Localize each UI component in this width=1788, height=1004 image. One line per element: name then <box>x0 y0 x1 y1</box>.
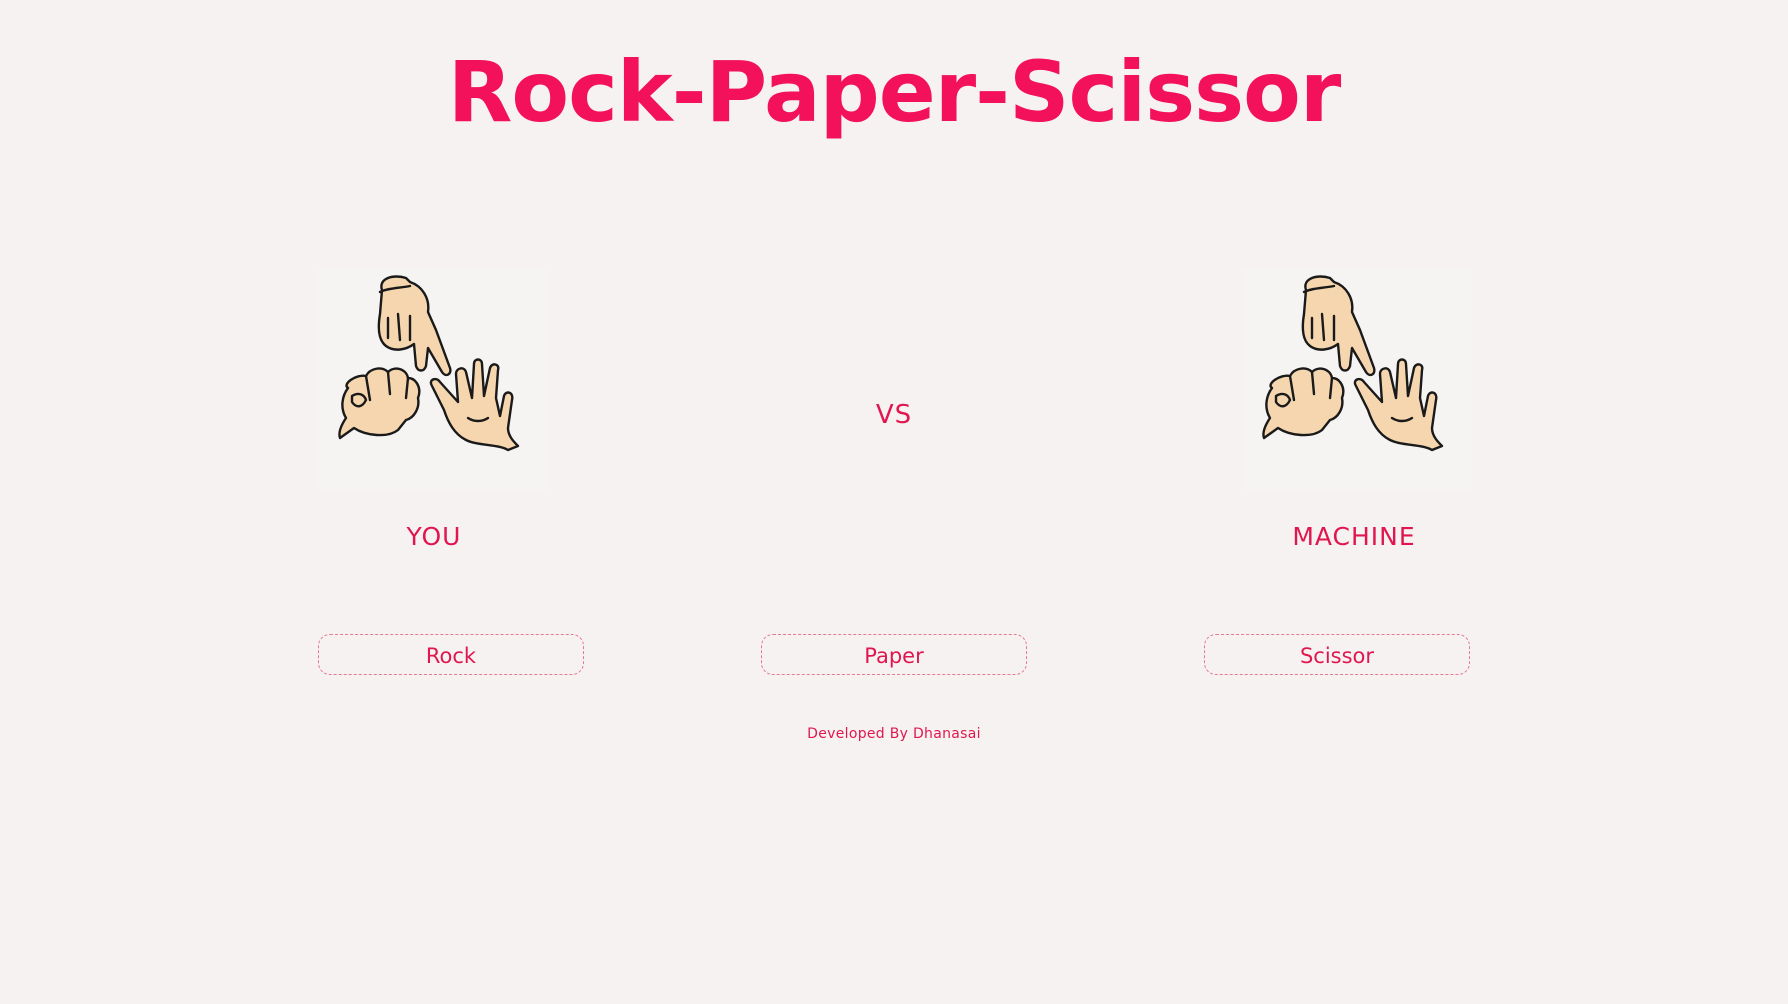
you-hands-image <box>318 268 548 490</box>
machine-hands-image <box>1242 268 1472 490</box>
scissor-button[interactable]: Scissor <box>1204 634 1470 675</box>
rock-button[interactable]: Rock <box>318 634 584 675</box>
rock-paper-scissors-hands-icon <box>1262 275 1444 452</box>
versus-label: VS <box>875 400 913 430</box>
page-title: Rock-Paper-Scissor <box>447 43 1342 141</box>
machine-label: MACHINE <box>1292 522 1416 551</box>
you-label: YOU <box>406 522 462 551</box>
developer-credit: Developed By Dhanasai <box>807 726 981 742</box>
paper-button[interactable]: Paper <box>761 634 1027 675</box>
rock-paper-scissors-hands-icon <box>338 275 520 452</box>
